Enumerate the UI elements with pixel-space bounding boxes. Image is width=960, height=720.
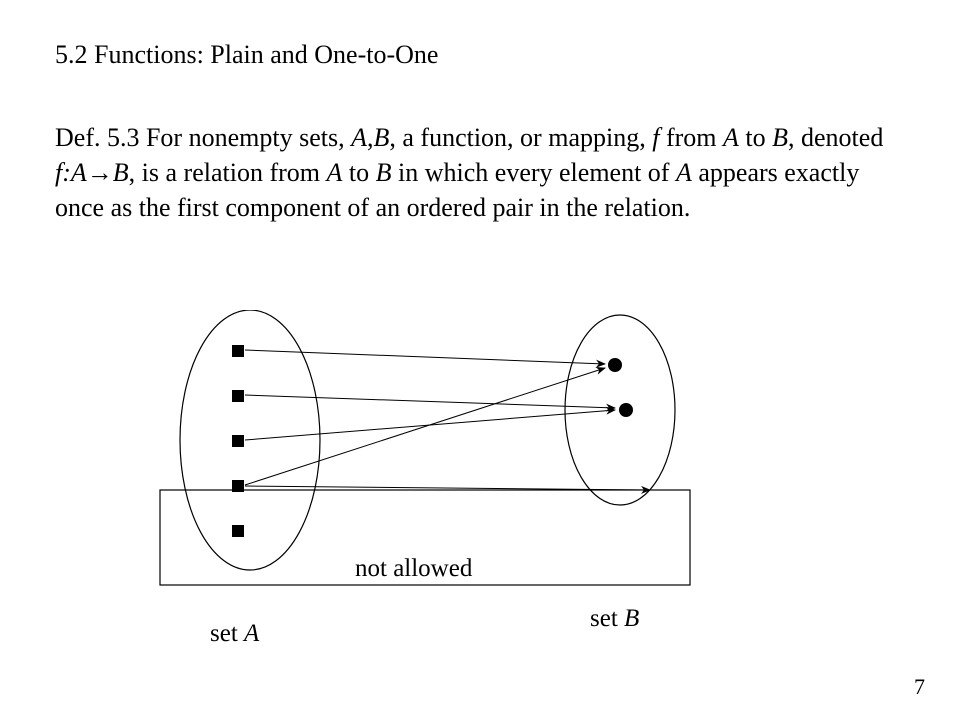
def-text: from [659,123,723,152]
def-text: , is a relation from [129,158,327,187]
def-text: , a function, or mapping, [389,123,652,152]
set-a-word: set [210,620,244,647]
def-var-a2: A [723,123,739,152]
element-a-4 [232,525,244,537]
set-a-label: set A [210,620,259,648]
def-fmap: f:A [55,158,87,187]
set-b-word: set [590,605,624,632]
mapping-arrow-0 [245,350,605,364]
def-text: , denoted [788,123,883,152]
element-b-0 [608,358,622,372]
mapping-arrow-1 [245,395,615,408]
element-a-0 [232,345,244,357]
def-var-b3: B [113,158,129,187]
def-var-a: A [351,123,367,152]
element-a-2 [232,435,244,447]
def-var-a4: A [676,158,692,187]
mapping-arrow-3 [245,368,605,485]
element-a-3 [232,480,244,492]
def-text: in which every element of [392,158,676,187]
page-number: 7 [914,674,925,700]
section-title: 5.2 Functions: Plain and One-to-One [55,40,438,70]
def-text: to [739,123,772,152]
def-var-a3: A [327,158,343,187]
element-b-1 [619,403,633,417]
def-text: Def. 5.3 For nonempty sets, [55,123,351,152]
def-var-b2: B [772,123,788,152]
set-b-label: set B [590,605,639,633]
def-arrow: → [87,158,113,187]
not-allowed-label: not allowed [355,555,472,583]
element-a-1 [232,390,244,402]
definition-text: Def. 5.3 For nonempty sets, A,B, a funct… [55,120,900,225]
def-text: to [342,158,375,187]
def-var-b: B [373,123,389,152]
set-a-name: A [244,620,259,647]
def-var-b4: B [376,158,392,187]
set-b-name: B [624,605,639,632]
